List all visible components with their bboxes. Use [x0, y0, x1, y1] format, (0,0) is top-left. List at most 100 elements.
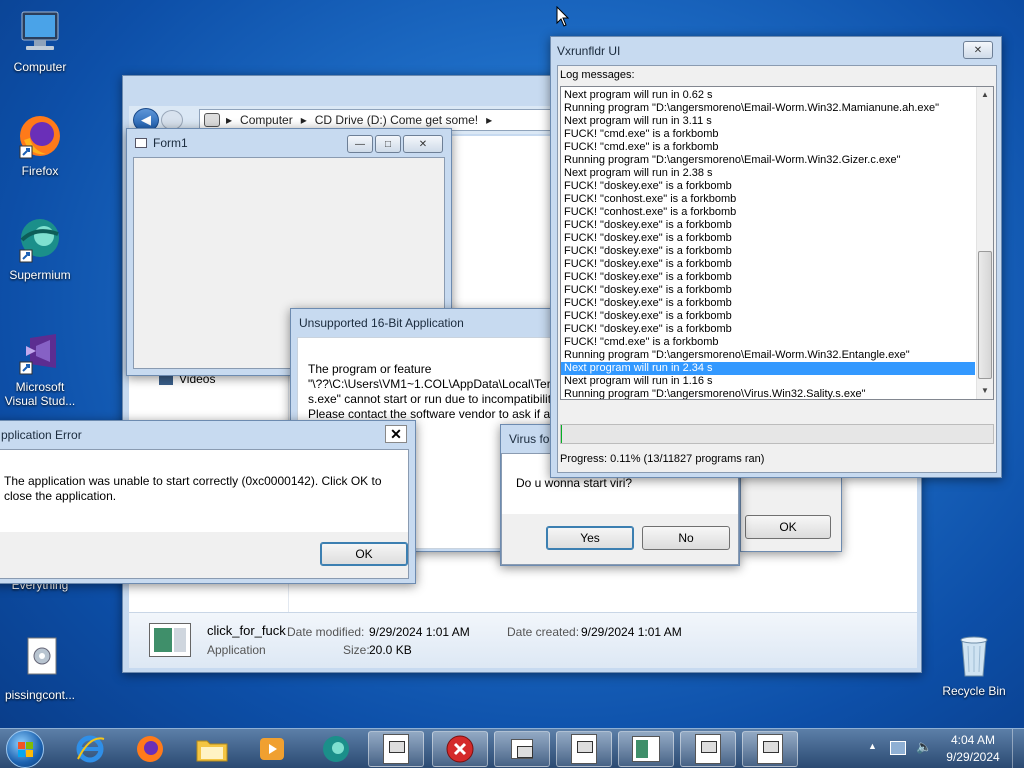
details-pane: click_for_fuck Application Date modified…: [129, 612, 917, 668]
application-error-dialog[interactable]: pplication Error ✕ The application was u…: [0, 420, 416, 584]
log-list[interactable]: Next program will run in 0.62 s Running p…: [560, 86, 994, 400]
close-button[interactable]: ✕: [963, 41, 993, 59]
log-line[interactable]: FUCK! "doskey.exe" is a forkbomb: [561, 219, 975, 232]
clock-time[interactable]: 4:04 AM: [950, 733, 996, 747]
minimize-button[interactable]: —: [347, 135, 373, 153]
log-line[interactable]: Next program will run in 3.11 s: [561, 115, 975, 128]
breadcrumb-computer[interactable]: Computer: [240, 113, 293, 127]
ok-button[interactable]: OK: [320, 542, 408, 566]
message-line: Please contact the software vendor to as…: [308, 407, 561, 421]
modified-label: Date modified:: [287, 625, 365, 639]
log-line[interactable]: FUCK! "doskey.exe" is a forkbomb: [561, 245, 975, 258]
folder-icon: [196, 740, 228, 762]
log-line[interactable]: FUCK! "cmd.exe" is a forkbomb: [561, 336, 975, 349]
taskbar-app-5[interactable]: [680, 731, 736, 767]
ok-button[interactable]: OK: [745, 515, 831, 539]
progress-bar: [560, 424, 994, 444]
taskbar-app-6[interactable]: [742, 731, 798, 767]
taskbar-explorer[interactable]: [184, 731, 240, 767]
file-type: Application: [207, 643, 266, 657]
scroll-up-arrow-icon[interactable]: ▲: [977, 87, 993, 103]
taskbar-app-2[interactable]: [494, 731, 550, 767]
virus-question: Do u wonna start viri?: [516, 476, 633, 490]
close-button[interactable]: ✕: [385, 425, 407, 443]
no-button[interactable]: No: [642, 526, 730, 550]
log-line[interactable]: FUCK! "conhost.exe" is a forkbomb: [561, 206, 975, 219]
taskbar-media-player[interactable]: [244, 731, 300, 767]
log-line[interactable]: FUCK! "cmd.exe" is a forkbomb: [561, 128, 975, 141]
log-line[interactable]: Next program will run in 2.38 s: [561, 167, 975, 180]
maximize-button[interactable]: □: [375, 135, 401, 153]
taskbar-app-4[interactable]: [618, 731, 674, 767]
dialog-title: pplication Error: [1, 428, 82, 442]
log-line[interactable]: Running program "D:\angersmoreno\Email-W…: [561, 154, 975, 167]
desktop-icon-label: Computer: [13, 60, 67, 74]
log-line[interactable]: FUCK! "conhost.exe" is a forkbomb: [561, 193, 975, 206]
settings-file-icon: [16, 636, 64, 684]
log-line[interactable]: FUCK! "doskey.exe" is a forkbomb: [561, 232, 975, 245]
windows-logo-icon: [18, 742, 33, 757]
log-line[interactable]: FUCK! "doskey.exe" is a forkbomb: [561, 271, 975, 284]
log-scrollbar[interactable]: ▲ ▼: [976, 87, 993, 399]
show-hidden-icons-button[interactable]: ▲: [868, 741, 877, 751]
desktop-icon-label: Recycle Bin: [942, 684, 1006, 698]
forward-button[interactable]: [161, 110, 183, 130]
recycle-bin-icon: [950, 632, 998, 680]
application-file-icon: [632, 736, 660, 762]
taskbar-firefox[interactable]: [122, 731, 178, 767]
log-line[interactable]: FUCK! "doskey.exe" is a forkbomb: [561, 297, 975, 310]
created-label: Date created:: [507, 625, 580, 639]
close-button[interactable]: ✕: [403, 135, 443, 153]
desktop-icon-recycle-bin[interactable]: Recycle Bin: [934, 632, 1014, 698]
log-line[interactable]: FUCK! "doskey.exe" is a forkbomb: [561, 310, 975, 323]
clock-date[interactable]: 9/29/2024: [944, 750, 1002, 764]
application-file-icon: [149, 623, 191, 657]
vxrunfldr-titlebar[interactable]: Vxrunfldr UI: [551, 37, 1001, 65]
size-value: 20.0 KB: [369, 643, 412, 657]
size-label: Size:: [343, 643, 370, 657]
log-line[interactable]: Next program will run in 2.34 s: [561, 362, 975, 375]
taskbar-app-1[interactable]: [368, 731, 424, 767]
progress-text: Progress: 0.11% (13/11827 programs ran): [560, 453, 765, 465]
background-dialog[interactable]: OK: [740, 476, 842, 552]
log-line[interactable]: Next program will run in 1.16 s: [561, 375, 975, 388]
taskbar-error-app[interactable]: [432, 731, 488, 767]
log-line[interactable]: Running program "D:\angersmoreno\Email-W…: [561, 349, 975, 362]
desktop-icon-computer[interactable]: Computer: [0, 8, 80, 74]
network-icon[interactable]: [890, 741, 906, 755]
volume-muted-icon[interactable]: 🔈: [916, 739, 932, 755]
dialog-titlebar[interactable]: pplication Error: [0, 421, 415, 449]
breadcrumb-cd-drive[interactable]: CD Drive (D:) Come get some!: [315, 113, 478, 127]
breadcrumb-separator: ▸: [486, 113, 493, 127]
application-window-icon: [383, 734, 409, 764]
created-value: 9/29/2024 1:01 AM: [581, 625, 682, 639]
log-line[interactable]: FUCK! "doskey.exe" is a forkbomb: [561, 180, 975, 193]
desktop-icon-visual-studio[interactable]: Microsoft Visual Stud...: [0, 328, 80, 408]
log-line[interactable]: FUCK! "cmd.exe" is a forkbomb: [561, 141, 975, 154]
scroll-thumb[interactable]: [978, 251, 992, 379]
desktop-icon-label: Supermium: [9, 268, 71, 282]
message-line: "\??\C:\Users\VM1~1.COL\AppData\Local\Te…: [308, 377, 551, 391]
scroll-down-arrow-icon[interactable]: ▼: [977, 383, 993, 399]
vxrunfldr-title: Vxrunfldr UI: [557, 44, 621, 58]
desktop-icon-firefox[interactable]: Firefox: [0, 112, 80, 178]
log-line[interactable]: FUCK! "doskey.exe" is a forkbomb: [561, 323, 975, 336]
show-desktop-button[interactable]: [1012, 729, 1024, 768]
desktop-icon-supermium[interactable]: Supermium: [0, 216, 80, 282]
dialog-titlebar[interactable]: Unsupported 16-Bit Application: [291, 309, 579, 337]
taskbar-supermium[interactable]: [308, 731, 364, 767]
start-button[interactable]: [6, 730, 44, 768]
desktop-icon-pissingcont[interactable]: pissingcont...: [0, 636, 80, 702]
yes-button[interactable]: Yes: [546, 526, 634, 550]
log-line[interactable]: FUCK! "doskey.exe" is a forkbomb: [561, 284, 975, 297]
modified-value: 9/29/2024 1:01 AM: [369, 625, 470, 639]
log-line[interactable]: Running program "D:\angersmoreno\Virus.W…: [561, 388, 975, 399]
taskbar-app-3[interactable]: [556, 731, 612, 767]
taskbar-ie[interactable]: [62, 731, 118, 767]
log-line[interactable]: Running program "D:\angersmoreno\Email-W…: [561, 102, 975, 115]
dialog-title: Unsupported 16-Bit Application: [299, 316, 464, 330]
vxrunfldr-window[interactable]: Vxrunfldr UI ✕ Log messages: Next progra…: [550, 36, 1002, 478]
visual-studio-icon: [16, 328, 64, 376]
log-line[interactable]: FUCK! "doskey.exe" is a forkbomb: [561, 258, 975, 271]
log-line[interactable]: Next program will run in 0.62 s: [561, 89, 975, 102]
